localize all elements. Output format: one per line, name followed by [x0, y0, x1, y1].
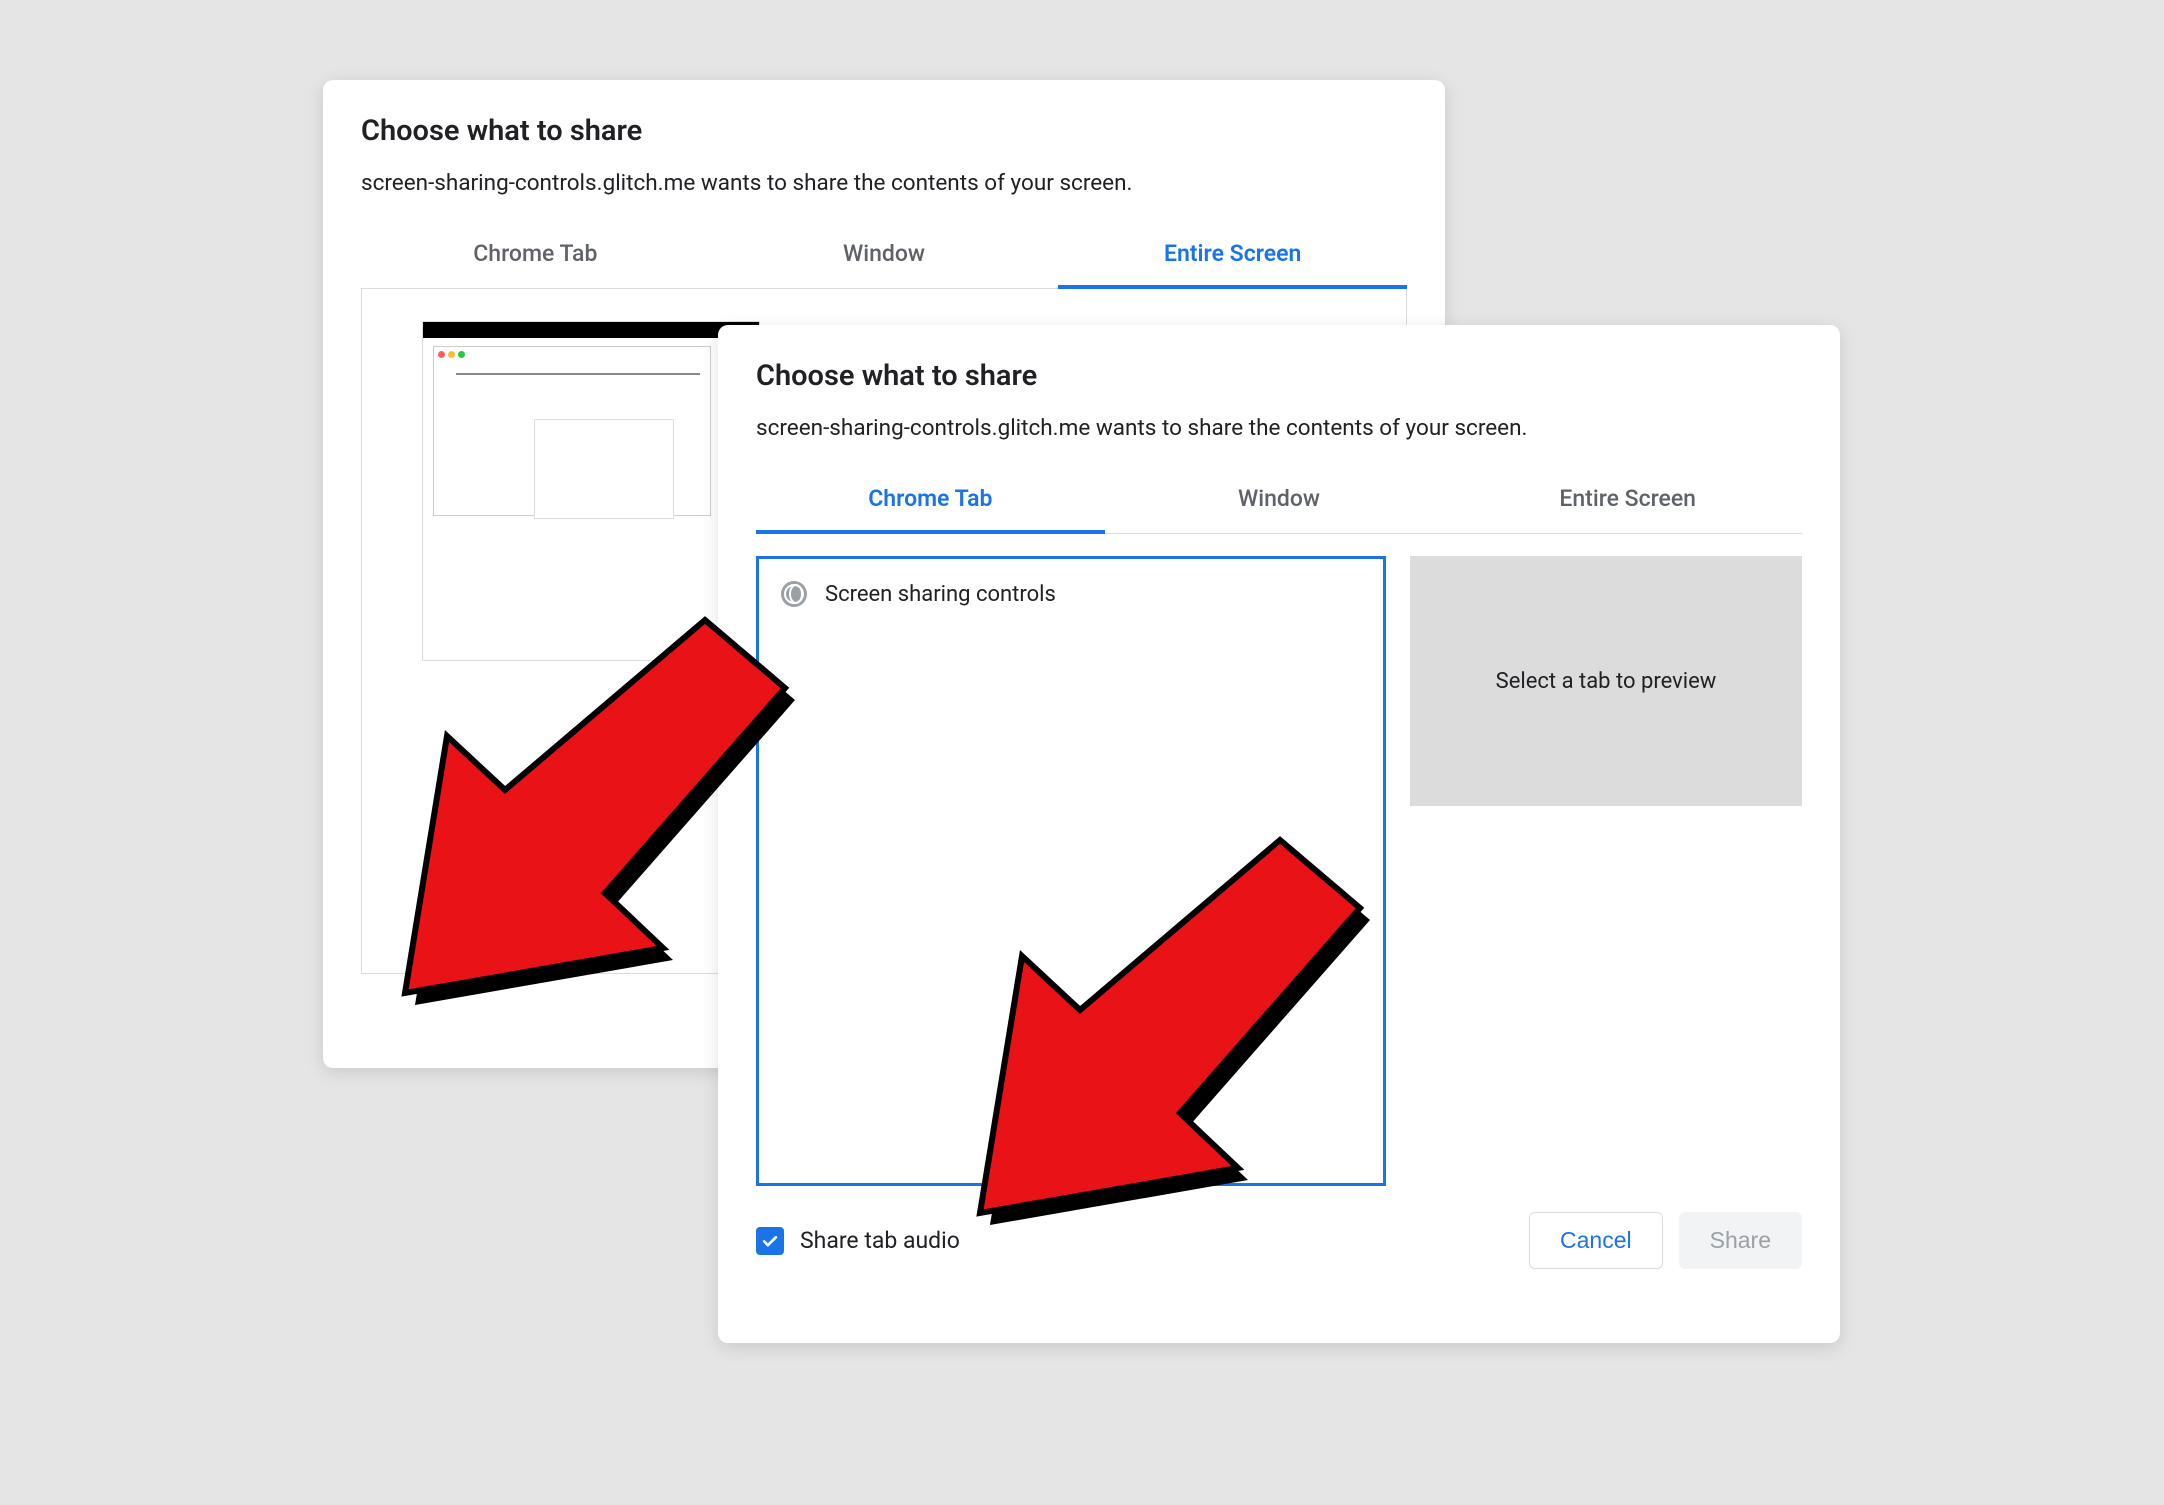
tab-chrome-tab[interactable]: Chrome Tab: [756, 469, 1105, 534]
tab-selection-area: Screen sharing controls Select a tab to …: [756, 534, 1802, 1186]
tab-item-label: Screen sharing controls: [825, 582, 1056, 607]
share-button[interactable]: Share: [1679, 1212, 1802, 1269]
dialog-title: Choose what to share: [756, 359, 1802, 393]
screen-thumbnail[interactable]: [422, 321, 760, 661]
cancel-button[interactable]: Cancel: [1529, 1212, 1663, 1269]
share-audio-checkbox[interactable]: [756, 1227, 784, 1255]
globe-icon: [781, 581, 807, 607]
dialog-title: Choose what to share: [361, 114, 1407, 148]
tabs-row: Chrome Tab Window Entire Screen: [361, 224, 1407, 289]
dialog-subtitle: screen-sharing-controls.glitch.me wants …: [361, 170, 1407, 196]
tab-window[interactable]: Window: [1105, 469, 1454, 534]
tab-list-panel: Screen sharing controls: [756, 556, 1386, 1186]
share-dialog-chrome-tab: Choose what to share screen-sharing-cont…: [718, 325, 1840, 1343]
tabs-row: Chrome Tab Window Entire Screen: [756, 469, 1802, 534]
dialog-subtitle: screen-sharing-controls.glitch.me wants …: [756, 415, 1802, 441]
share-audio-row: Share tab audio: [756, 1227, 960, 1255]
button-row: Cancel Share: [1529, 1212, 1802, 1269]
tab-window[interactable]: Window: [710, 224, 1059, 289]
tab-entire-screen[interactable]: Entire Screen: [1453, 469, 1802, 534]
tab-entire-screen[interactable]: Entire Screen: [1058, 224, 1407, 289]
check-icon: [760, 1231, 780, 1251]
tab-chrome-tab[interactable]: Chrome Tab: [361, 224, 710, 289]
dialog-footer: Share tab audio Cancel Share: [756, 1212, 1802, 1269]
preview-panel: Select a tab to preview: [1410, 556, 1802, 806]
tab-item[interactable]: Screen sharing controls: [777, 575, 1365, 613]
share-audio-label: Share tab audio: [800, 1227, 960, 1254]
preview-placeholder-text: Select a tab to preview: [1496, 669, 1717, 694]
